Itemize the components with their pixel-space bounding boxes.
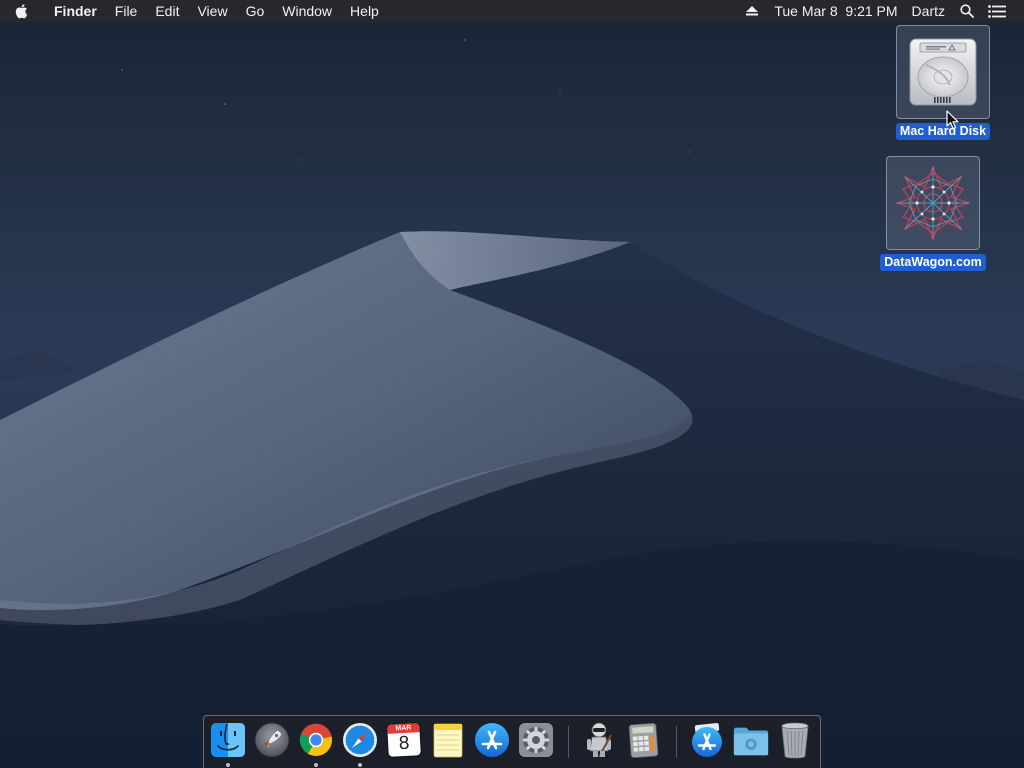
menu-user[interactable]: Dartz [905, 0, 952, 22]
menu-app-finder[interactable]: Finder [44, 0, 106, 22]
menu-edit[interactable]: Edit [146, 0, 188, 22]
dock-item-safari[interactable] [341, 721, 379, 759]
menu-file[interactable]: File [106, 0, 147, 22]
desktop-icon-selection-box [886, 156, 980, 250]
dock-item-automator[interactable] [580, 721, 618, 759]
dock-running-indicator [358, 763, 362, 767]
network-volume-icon [894, 165, 972, 241]
dock-item-finder[interactable] [209, 721, 247, 759]
dock-running-indicator [314, 763, 318, 767]
menu-window[interactable]: Window [273, 0, 341, 22]
dock-item-notes[interactable] [429, 721, 467, 759]
menu-go[interactable]: Go [237, 0, 274, 22]
apple-logo-icon [15, 4, 28, 19]
calendar-day: 8 [398, 732, 411, 755]
apple-menu[interactable] [14, 3, 44, 19]
mouse-cursor-icon [946, 110, 959, 130]
dock: MAR 8 [203, 715, 821, 768]
dock-item-system-preferences[interactable] [517, 721, 555, 759]
dock-running-indicator [226, 763, 230, 767]
dock-item-chrome[interactable] [297, 721, 335, 759]
spotlight-search-icon[interactable] [956, 0, 978, 22]
dock-separator [568, 726, 569, 758]
desktop[interactable]: Finder File Edit View Go Window Help Tue… [0, 0, 1024, 768]
calendar-icon: MAR 8 [387, 723, 421, 757]
dock-item-trash[interactable] [776, 721, 814, 759]
menu-bar: Finder File Edit View Go Window Help Tue… [0, 0, 1024, 22]
desktop-icon-selection-box [896, 25, 990, 119]
dock-separator [676, 726, 677, 758]
system-preferences-icon [519, 723, 553, 757]
launchpad-icon [254, 722, 290, 758]
notes-icon [433, 723, 463, 758]
dock-item-app-store[interactable] [473, 721, 511, 759]
dock-item-launchpad[interactable] [253, 721, 291, 759]
automator-icon [587, 722, 612, 758]
downloads-folder-icon [733, 727, 769, 756]
applications-stack-icon [692, 722, 722, 757]
eject-icon[interactable] [741, 0, 763, 22]
desktop-icon-datawagon[interactable]: DataWagon.com [872, 156, 994, 271]
notification-center-icon[interactable] [986, 0, 1008, 22]
calculator-icon [628, 722, 659, 758]
menu-clock[interactable]: Tue Mar 8 9:21 PM [767, 0, 904, 22]
desktop-icon-mac-hard-disk[interactable]: Mac Hard Disk [892, 25, 994, 140]
wallpaper-image [0, 0, 1024, 768]
menu-help[interactable]: Help [341, 0, 388, 22]
desktop-icon-label: DataWagon.com [880, 254, 986, 271]
dock-item-calendar[interactable]: MAR 8 [385, 721, 423, 759]
chrome-icon [299, 723, 332, 756]
dock-item-downloads[interactable] [732, 721, 770, 759]
hard-disk-icon [909, 38, 977, 106]
app-store-icon [475, 723, 509, 757]
dock-item-applications[interactable] [688, 721, 726, 759]
desktop-icon-label: Mac Hard Disk [895, 123, 991, 140]
finder-icon [211, 723, 245, 757]
trash-icon [781, 722, 809, 759]
safari-icon [343, 723, 377, 757]
menu-view[interactable]: View [188, 0, 236, 22]
dock-item-calculator[interactable] [624, 721, 662, 759]
